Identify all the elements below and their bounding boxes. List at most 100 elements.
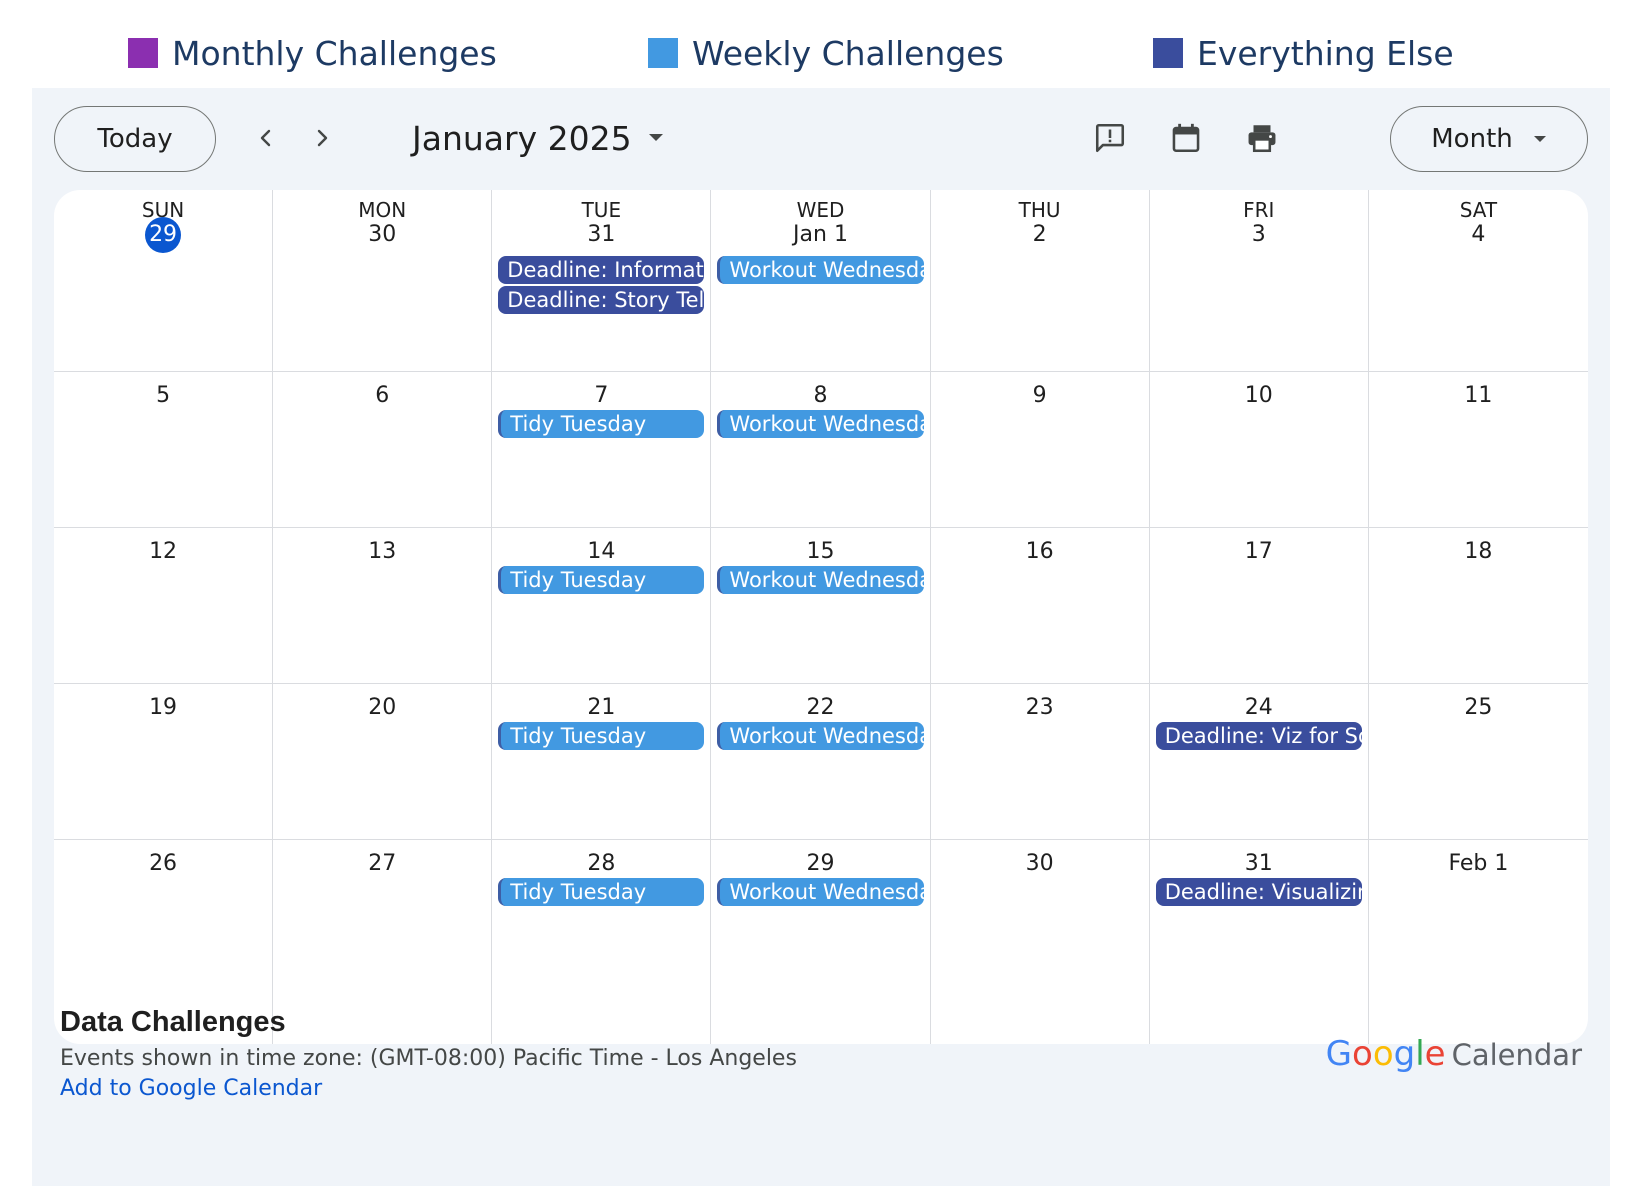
day-cell[interactable]: SAT 4 xyxy=(1368,190,1588,372)
day-cell[interactable]: FRI 3 xyxy=(1149,190,1369,372)
day-cell[interactable]: 30 xyxy=(931,840,1150,1044)
day-number[interactable]: 31 xyxy=(1150,846,1368,882)
day-cell[interactable]: THU 2 xyxy=(930,190,1150,372)
day-number[interactable]: 24 xyxy=(1150,690,1368,726)
day-number[interactable]: 8 xyxy=(711,378,929,414)
event-chip[interactable]: Workout Wednesday xyxy=(717,410,924,438)
day-number[interactable]: 28 xyxy=(492,846,710,882)
day-cell[interactable]: TUE31Deadline: Information is BeautifulD… xyxy=(492,190,712,372)
day-number[interactable]: 27 xyxy=(273,846,491,882)
next-month-button[interactable] xyxy=(298,114,346,162)
day-number[interactable]: 20 xyxy=(273,690,491,726)
event-chip[interactable]: Deadline: Information is Beautiful xyxy=(498,256,705,284)
feedback-button[interactable] xyxy=(1086,114,1134,162)
event-chip[interactable]: Tidy Tuesday xyxy=(498,410,705,438)
day-cell[interactable]: MON 30 xyxy=(273,190,493,372)
day-number[interactable]: 25 xyxy=(1369,690,1588,726)
day-cell[interactable]: 22 Workout Wednesday xyxy=(711,684,931,840)
google-letter: l xyxy=(1415,1034,1425,1074)
day-cell[interactable]: 14 Tidy Tuesday xyxy=(492,528,712,684)
day-cell[interactable]: Feb 1 xyxy=(1369,840,1588,1044)
day-cell[interactable]: 25 xyxy=(1368,684,1588,840)
day-cell[interactable]: 21 Tidy Tuesday xyxy=(492,684,712,840)
event-chip[interactable]: Workout Wednesday xyxy=(717,256,924,284)
event-chip[interactable]: Workout Wednesday xyxy=(717,722,924,750)
day-cell[interactable]: 18 xyxy=(1368,528,1588,684)
day-cell[interactable]: 7 Tidy Tuesday xyxy=(492,372,712,528)
event-chip[interactable]: Deadline: Viz for Social Good xyxy=(1155,722,1362,750)
day-number[interactable]: 12 xyxy=(54,534,272,570)
day-number[interactable]: 29 xyxy=(711,846,929,882)
day-number[interactable]: 9 xyxy=(931,378,1149,414)
month-picker[interactable]: January 2025 xyxy=(412,110,664,166)
day-number[interactable]: 30 xyxy=(273,217,491,253)
day-number[interactable]: 30 xyxy=(931,846,1149,882)
event-chip[interactable]: Deadline: Story Telling xyxy=(498,286,705,314)
day-number-label: 21 xyxy=(587,695,616,720)
day-number[interactable]: 19 xyxy=(54,690,272,726)
event-chip[interactable]: Tidy Tuesday xyxy=(498,566,705,594)
day-cell[interactable]: 6 xyxy=(273,372,493,528)
day-cell[interactable]: 31 Deadline: Visualizing xyxy=(1150,840,1369,1044)
day-number[interactable]: 23 xyxy=(931,690,1149,726)
day-number[interactable]: 26 xyxy=(54,846,272,882)
event-chip[interactable]: Deadline: Visualizing xyxy=(1155,878,1362,906)
day-cell[interactable]: WED Jan 1 Workout Wednesday xyxy=(711,190,931,372)
day-number-label: 5 xyxy=(156,383,171,408)
day-number[interactable]: 21 xyxy=(492,690,710,726)
day-cell[interactable]: 27 xyxy=(273,840,493,1044)
event-chip[interactable]: Tidy Tuesday xyxy=(498,878,705,906)
add-to-google-calendar-link[interactable]: Add to Google Calendar xyxy=(60,1076,322,1101)
month-title: January 2025 xyxy=(412,118,632,158)
day-cell[interactable]: 9 xyxy=(930,372,1150,528)
google-calendar-logo[interactable]: Google Calendar xyxy=(1326,1034,1582,1074)
day-number[interactable]: 22 xyxy=(711,690,929,726)
day-number[interactable]: 14 xyxy=(492,534,710,570)
google-letter: G xyxy=(1325,1034,1352,1074)
day-number[interactable]: 31 xyxy=(492,217,710,253)
day-number[interactable]: 10 xyxy=(1150,378,1368,414)
day-number[interactable]: 11 xyxy=(1369,378,1588,414)
day-number[interactable]: 29 xyxy=(54,217,272,253)
day-number[interactable]: 18 xyxy=(1369,534,1588,570)
day-cell[interactable]: SUN 29 xyxy=(54,190,274,372)
day-cell[interactable]: 28 Tidy Tuesday xyxy=(492,840,712,1044)
calendar-view-button[interactable] xyxy=(1162,114,1210,162)
today-button[interactable]: Today xyxy=(54,106,216,172)
day-number[interactable]: 16 xyxy=(931,534,1149,570)
day-cell[interactable]: 5 xyxy=(54,372,274,528)
day-number-label: Jan 1 xyxy=(793,222,848,247)
view-selector[interactable]: Month xyxy=(1390,106,1588,172)
event-chip[interactable]: Tidy Tuesday xyxy=(498,722,705,750)
day-cell[interactable]: 15 Workout Wednesday xyxy=(711,528,931,684)
day-number[interactable]: Feb 1 xyxy=(1369,846,1588,882)
day-number[interactable]: 15 xyxy=(711,534,929,570)
day-cell[interactable]: 29 Workout Wednesday xyxy=(711,840,931,1044)
day-number[interactable]: 7 xyxy=(492,378,710,414)
day-cell[interactable]: 8 Workout Wednesday xyxy=(711,372,931,528)
day-cell[interactable]: 19 xyxy=(54,684,274,840)
day-number-label: 24 xyxy=(1244,695,1273,720)
print-button[interactable] xyxy=(1238,114,1286,162)
day-cell[interactable]: 17 xyxy=(1149,528,1369,684)
day-number[interactable]: 4 xyxy=(1369,217,1588,253)
day-number[interactable]: 17 xyxy=(1150,534,1368,570)
prev-month-button[interactable] xyxy=(242,114,290,162)
event-chip[interactable]: Workout Wednesday xyxy=(717,878,924,906)
day-cell[interactable]: 16 xyxy=(930,528,1150,684)
day-cell[interactable]: 12 xyxy=(54,528,274,684)
day-number[interactable]: 2 xyxy=(931,217,1149,253)
day-number[interactable]: 13 xyxy=(273,534,491,570)
day-number-label: 31 xyxy=(1244,851,1273,876)
day-cell[interactable]: 24Deadline: Viz for Social Good xyxy=(1149,684,1369,840)
day-number[interactable]: 5 xyxy=(54,378,272,414)
day-number[interactable]: 3 xyxy=(1150,217,1368,253)
day-cell[interactable]: 20 xyxy=(273,684,493,840)
day-cell[interactable]: 10 xyxy=(1149,372,1369,528)
day-number[interactable]: Jan 1 xyxy=(711,217,929,253)
day-cell[interactable]: 23 xyxy=(930,684,1150,840)
day-number[interactable]: 6 xyxy=(273,378,491,414)
event-chip[interactable]: Workout Wednesday xyxy=(717,566,924,594)
day-cell[interactable]: 13 xyxy=(273,528,493,684)
day-cell[interactable]: 11 xyxy=(1368,372,1588,528)
